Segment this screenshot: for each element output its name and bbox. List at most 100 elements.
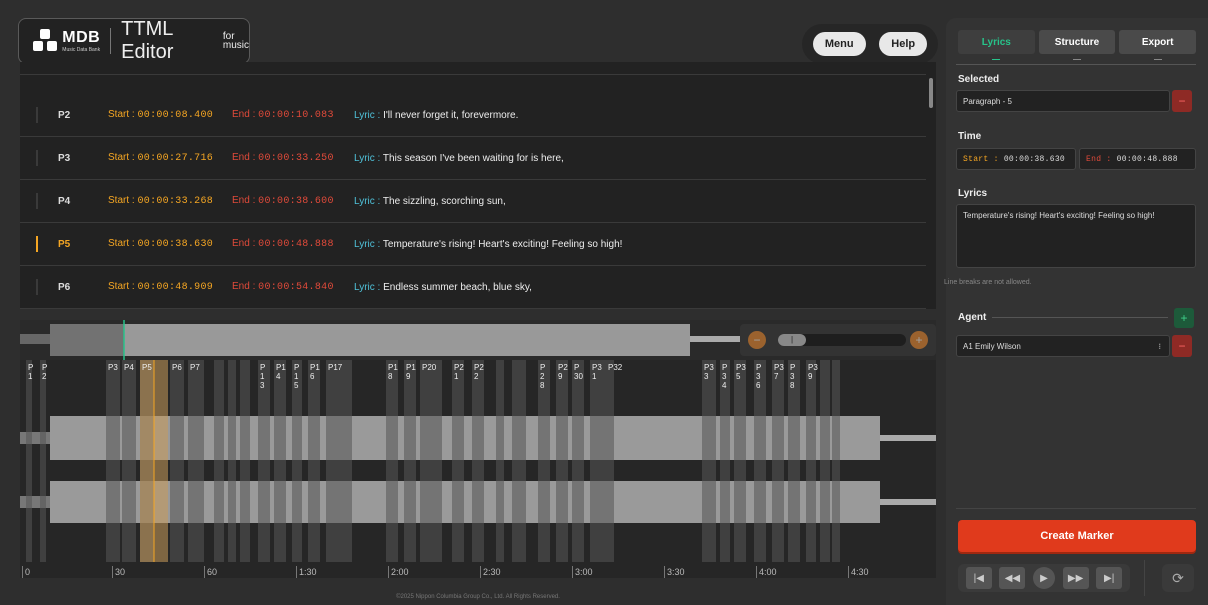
list-item[interactable]: P2 Start : 00:00:08.400 End : 00:00:10.083… <box>20 94 926 137</box>
remove-agent-button[interactable]: − <box>1172 335 1192 357</box>
marker-label: P3 <box>592 363 602 372</box>
end-label: End : <box>232 281 256 292</box>
marker-label: P1 <box>310 363 320 372</box>
marker-label: 5 <box>294 381 299 390</box>
waveform-channel <box>880 499 936 505</box>
lyric: Lyric : Endless summer beach, blue sky, <box>354 282 532 293</box>
agent-select[interactable]: A1 Emily Wilson ⁝ <box>956 335 1170 357</box>
create-marker-button[interactable]: Create Marker <box>958 520 1196 552</box>
start-label: Start : <box>108 109 135 120</box>
marker-region <box>188 360 204 562</box>
rewind-icon[interactable]: ◀◀ <box>999 567 1026 589</box>
marker-label: P1 <box>406 363 416 372</box>
lyrics-textarea[interactable]: Temperature's rising! Heart's exciting! … <box>956 204 1196 268</box>
timeline-tick: 4:00 <box>756 566 777 578</box>
tab-export[interactable]: Export <box>1119 30 1197 60</box>
overview-waveform[interactable]: − | + <box>20 320 936 360</box>
marker-region <box>832 360 840 562</box>
dropdown-icon: ⁝ <box>1158 341 1161 351</box>
marker-label: 4 <box>276 372 281 381</box>
transport-divider <box>1144 560 1145 596</box>
marker-label: P5 <box>142 363 152 372</box>
marker-label: P <box>28 363 33 372</box>
marker-region <box>720 360 730 562</box>
start-value: 00:00:48.909 <box>137 282 214 293</box>
marker-label: 1 <box>294 372 299 381</box>
list-item[interactable] <box>20 62 926 75</box>
marker-region <box>170 360 184 562</box>
menu-button[interactable]: Menu <box>812 32 866 56</box>
marker-label: P7 <box>190 363 200 372</box>
logo-divider <box>110 28 112 54</box>
marker-region <box>452 360 464 562</box>
marker-label: P3 <box>774 363 784 372</box>
logo: MDB Music Data Bank TTML Editor for musi… <box>18 18 250 64</box>
zoom-out-button[interactable]: − <box>748 331 766 349</box>
deselect-button[interactable]: − <box>1172 90 1192 112</box>
marker-label: 7 <box>774 372 779 381</box>
marker-label: P2 <box>454 363 464 372</box>
marker-region <box>702 360 716 562</box>
loop-icon[interactable]: ⟳ <box>1162 564 1194 592</box>
row-indicator <box>36 150 38 166</box>
panel-divider <box>956 508 1196 509</box>
play-icon[interactable]: ▶ <box>1032 567 1055 589</box>
marker-label: 3 <box>756 372 761 381</box>
start-time-field[interactable]: Start : 00:00:38.630 <box>956 148 1076 170</box>
list-item[interactable]: P4 Start : 00:00:33.268 End : 00:00:38.600… <box>20 180 926 223</box>
main-waveform[interactable]: P 1 P 2 P3 P4 P5 P6 P7 P 1 3 P1 4 P 1 5 P1 6 P17 P1 8 P1 9 P20 P2… <box>20 360 936 578</box>
tab-lyrics[interactable]: Lyrics <box>958 30 1035 60</box>
add-agent-button[interactable]: + <box>1174 308 1194 328</box>
zoom-in-button[interactable]: + <box>910 331 928 349</box>
selected-label: Selected <box>958 74 1000 85</box>
marker-region <box>308 360 320 562</box>
marker-label: 2 <box>474 372 479 381</box>
lyric: Lyric : I'll never forget it, forevermor… <box>354 110 518 121</box>
start-time-value: 00:00:38.630 <box>1003 154 1066 164</box>
end-time: End : 00:00:10.083 <box>232 109 354 121</box>
marker-label: 3 <box>260 381 265 390</box>
marker-label: P4 <box>124 363 134 372</box>
lyric: Lyric : The sizzling, scorching sun, <box>354 196 506 207</box>
start-value: 00:00:33.268 <box>137 196 214 207</box>
list-item[interactable]: P5 Start : 00:00:38.630 End : 00:00:48.888… <box>20 223 926 266</box>
skip-forward-icon[interactable]: ▶| <box>1096 567 1123 589</box>
marker-region <box>590 360 614 562</box>
end-time: End : 00:00:33.250 <box>232 152 354 164</box>
end-time-field[interactable]: End : 00:00:48.888 <box>1079 148 1196 170</box>
marker-region <box>404 360 416 562</box>
list-item[interactable]: P3 Start : 00:00:27.716 End : 00:00:33.250… <box>20 137 926 180</box>
help-button[interactable]: Help <box>879 32 928 56</box>
marker-label: 30 <box>574 372 583 381</box>
marker-label: 3 <box>704 372 709 381</box>
marker-label: P1 <box>276 363 286 372</box>
list-scrollbar[interactable] <box>929 78 933 108</box>
lyric-label: Lyric : <box>354 152 381 164</box>
logo-mdb: MDB <box>62 29 101 46</box>
marker-region <box>772 360 784 562</box>
end-value: 00:00:10.083 <box>258 110 334 121</box>
marker-label: P <box>756 363 761 372</box>
marker-region <box>274 360 286 562</box>
timeline-tick: 60 <box>204 566 217 578</box>
marker-region <box>106 360 120 562</box>
end-value: 00:00:48.888 <box>258 239 334 250</box>
skip-back-icon[interactable]: |◀ <box>965 567 992 589</box>
list-item[interactable]: P6 Start : 00:00:48.909 End : 00:00:54.840… <box>20 266 926 309</box>
marker-label: 8 <box>388 372 393 381</box>
fast-forward-icon[interactable]: ▶▶ <box>1062 567 1089 589</box>
zoom-slider-handle[interactable]: | <box>778 334 806 346</box>
paragraph-list[interactable]: P2 Start : 00:00:08.400 End : 00:00:10.083… <box>20 62 936 309</box>
tab-divider <box>956 64 1196 65</box>
marker-label: 9 <box>808 372 813 381</box>
tab-structure[interactable]: Structure <box>1038 30 1116 60</box>
row-indicator <box>36 193 38 209</box>
selected-field[interactable]: Paragraph - 5 <box>956 90 1170 112</box>
start-time: Start : 00:00:48.909 <box>108 281 232 293</box>
marker-label: P <box>790 363 795 372</box>
zoom-slider[interactable]: | <box>778 334 906 346</box>
marker-region <box>258 360 270 562</box>
marker-region <box>40 360 46 562</box>
marker-region <box>472 360 484 562</box>
lyric-text: I'll never forget it, forevermore. <box>383 109 519 121</box>
